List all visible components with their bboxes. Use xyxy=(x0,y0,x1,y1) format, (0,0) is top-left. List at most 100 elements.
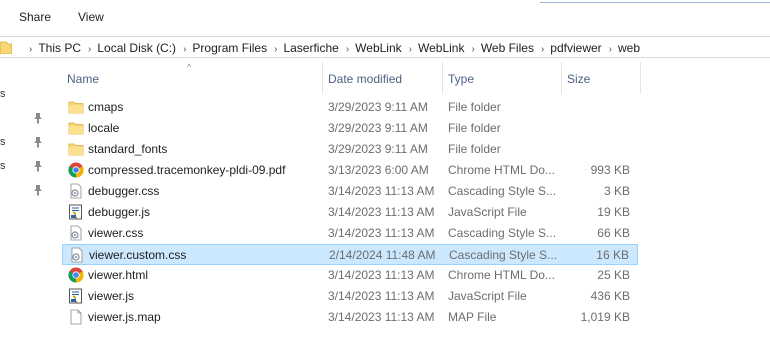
file-name: cmaps xyxy=(88,100,124,114)
column-divider[interactable] xyxy=(561,62,562,94)
tab-share[interactable]: Share xyxy=(19,10,51,24)
breadcrumb-separator-icon[interactable]: › xyxy=(609,44,612,55)
nav-item-fragment[interactable]: s xyxy=(0,88,6,100)
breadcrumb-separator-icon[interactable]: › xyxy=(183,44,186,55)
breadcrumb-item[interactable]: This PC xyxy=(38,41,81,55)
file-row[interactable]: viewer.css 3/14/2023 11:13 AM Cascading St… xyxy=(62,223,638,244)
column-header-row: ^ Name Date modified Type Size xyxy=(62,62,770,94)
file-date-modified: 3/29/2023 9:11 AM xyxy=(328,100,428,114)
file-date-modified: 3/14/2023 11:13 AM xyxy=(328,205,435,219)
file-type: Cascading Style S... xyxy=(449,248,558,262)
column-divider[interactable] xyxy=(640,62,641,94)
pin-icon[interactable] xyxy=(33,112,43,124)
file-row[interactable]: debugger.css 3/14/2023 11:13 AM Cascading … xyxy=(62,181,638,202)
file-size: 16 KB xyxy=(596,248,629,262)
folder-icon xyxy=(68,99,84,115)
file-date-modified: 3/29/2023 9:11 AM xyxy=(328,121,428,135)
breadcrumb-separator-icon[interactable]: › xyxy=(471,44,474,55)
file-name: viewer.js.map xyxy=(88,310,161,324)
file-row[interactable]: standard_fonts 3/29/2023 9:11 AM File fold… xyxy=(62,139,638,160)
column-header-size[interactable]: Size xyxy=(567,72,590,86)
column-header-date[interactable]: Date modified xyxy=(328,72,402,86)
file-type: Chrome HTML Do... xyxy=(448,268,555,282)
file-row[interactable]: debugger.js 3/14/2023 11:13 AM JavaScript … xyxy=(62,202,638,223)
column-header-type[interactable]: Type xyxy=(448,72,474,86)
file-name: viewer.css xyxy=(88,226,144,240)
column-divider[interactable] xyxy=(442,62,443,94)
file-row[interactable]: compressed.tracemonkey-pldi-09.pdf 3/13/2… xyxy=(62,160,638,181)
breadcrumb-separator-icon[interactable]: › xyxy=(29,44,32,55)
file-date-modified: 3/14/2023 11:13 AM xyxy=(328,184,435,198)
file-date-modified: 3/13/2023 6:00 AM xyxy=(328,163,429,177)
breadcrumb-item[interactable]: Laserfiche xyxy=(283,41,338,55)
file-date-modified: 3/14/2023 11:13 AM xyxy=(328,289,435,303)
file-date-modified: 3/14/2023 11:13 AM xyxy=(328,268,435,282)
file-date-modified: 3/14/2023 11:13 AM xyxy=(328,310,435,324)
css-file-icon xyxy=(68,225,84,241)
js-file-icon xyxy=(68,288,84,304)
file-size: 66 KB xyxy=(597,226,630,240)
css-file-icon xyxy=(68,183,84,199)
file-name: debugger.js xyxy=(88,205,151,219)
breadcrumb-item[interactable]: WebLink xyxy=(418,41,464,55)
file-date-modified: 3/14/2023 11:13 AM xyxy=(328,226,435,240)
file-row[interactable]: viewer.js.map 3/14/2023 11:13 AM MAP File 1… xyxy=(62,307,638,328)
file-row[interactable]: viewer.html 3/14/2023 11:13 AM Chrome HTML… xyxy=(62,265,638,286)
file-type: Chrome HTML Do... xyxy=(448,163,555,177)
address-bar[interactable]: › This PC › Local Disk (C:) › Program Files › L… xyxy=(0,36,770,58)
breadcrumb-separator-icon[interactable]: › xyxy=(88,44,91,55)
file-type: MAP File xyxy=(448,310,497,324)
file-size: 436 KB xyxy=(590,289,630,303)
chrome-icon xyxy=(68,162,84,178)
file-row[interactable]: viewer.custom.css 2/14/2024 11:48 AM Casca… xyxy=(62,244,638,265)
css-file-icon xyxy=(69,247,85,263)
file-name: viewer.js xyxy=(88,289,135,303)
file-list: cmaps 3/29/2023 9:11 AM File folder locale 3… xyxy=(62,97,642,328)
breadcrumb-separator-icon[interactable]: › xyxy=(346,44,349,55)
file-date-modified: 2/14/2024 11:48 AM xyxy=(329,248,436,262)
breadcrumb-item[interactable]: web xyxy=(618,41,640,55)
file-type: Cascading Style S... xyxy=(448,184,557,198)
file-size: 1,019 KB xyxy=(580,310,630,324)
js-file-icon xyxy=(68,204,84,220)
breadcrumb-separator-icon[interactable]: › xyxy=(541,44,544,55)
ribbon: Share View xyxy=(0,0,770,33)
breadcrumb-item[interactable]: Web Files xyxy=(481,41,534,55)
window-edge xyxy=(540,0,770,3)
breadcrumb-separator-icon[interactable]: › xyxy=(274,44,277,55)
file-name: viewer.custom.css xyxy=(89,248,187,262)
folder-icon xyxy=(68,120,84,136)
breadcrumb: › This PC › Local Disk (C:) › Program Files › L… xyxy=(22,41,640,55)
chrome-icon xyxy=(68,267,84,283)
breadcrumb-item[interactable]: pdfviewer xyxy=(550,41,601,55)
breadcrumb-item[interactable]: Program Files xyxy=(192,41,267,55)
pin-icon[interactable] xyxy=(33,184,43,196)
file-type: JavaScript File xyxy=(448,205,527,219)
file-date-modified: 3/29/2023 9:11 AM xyxy=(328,142,428,156)
file-row[interactable]: viewer.js 3/14/2023 11:13 AM JavaScript Fi… xyxy=(62,286,638,307)
breadcrumb-item[interactable]: WebLink xyxy=(355,41,401,55)
breadcrumb-separator-icon[interactable]: › xyxy=(409,44,412,55)
file-type: Cascading Style S... xyxy=(448,226,557,240)
column-header-name[interactable]: Name xyxy=(67,72,99,86)
pin-icon[interactable] xyxy=(33,160,43,172)
file-name: locale xyxy=(88,121,120,135)
pin-icon[interactable] xyxy=(33,136,43,148)
folder-icon xyxy=(0,41,12,54)
file-name: standard_fonts xyxy=(88,142,168,156)
breadcrumb-item[interactable]: Local Disk (C:) xyxy=(97,41,176,55)
file-row[interactable]: cmaps 3/29/2023 9:11 AM File folder xyxy=(62,97,638,118)
file-type: File folder xyxy=(448,142,501,156)
file-size: 19 KB xyxy=(597,205,630,219)
file-row[interactable]: locale 3/29/2023 9:11 AM File folder xyxy=(62,118,638,139)
file-name: debugger.css xyxy=(88,184,160,198)
generic-file-icon xyxy=(68,309,84,325)
tab-view[interactable]: View xyxy=(78,10,104,24)
nav-item-fragment[interactable]: s xyxy=(0,136,6,148)
file-name: compressed.tracemonkey-pldi-09.pdf xyxy=(88,163,286,177)
file-size: 25 KB xyxy=(597,268,630,282)
file-type: File folder xyxy=(448,100,501,114)
file-name: viewer.html xyxy=(88,268,149,282)
column-divider[interactable] xyxy=(322,62,323,94)
nav-item-fragment[interactable]: s xyxy=(0,160,6,172)
